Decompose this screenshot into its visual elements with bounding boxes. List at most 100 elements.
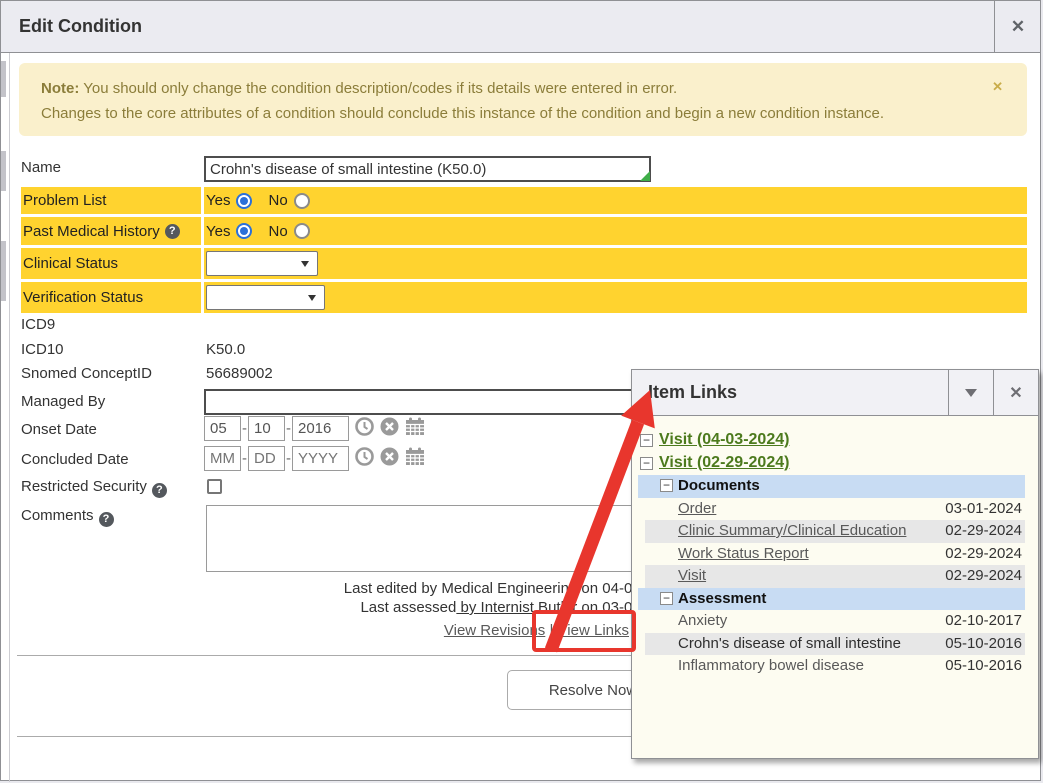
item-date: 02-10-2017 [945,612,1022,629]
item-link[interactable]: Visit [678,567,706,584]
onset-dd-input[interactable] [248,416,285,441]
clock-icon[interactable] [355,447,374,470]
item-link[interactable]: Order [678,500,716,517]
banner-close-icon[interactable]: ✕ [992,79,1003,95]
item-date: 05-10-2016 [945,635,1022,652]
managed-by-label: Managed By [21,393,105,410]
item-label: Anxiety [678,612,727,629]
concluded-yyyy-input[interactable] [292,446,349,471]
panel-left-border [9,53,10,782]
view-revisions-link[interactable]: View Revisions [444,622,545,639]
warning-text: You should only change the condition des… [79,80,677,97]
icd10-label: ICD10 [21,341,64,358]
item-links-popup: Item Links ✕ −Visit (04-03-2024)−Visit (… [631,369,1039,759]
help-icon[interactable]: ? [99,512,114,527]
icd9-label: ICD9 [21,316,55,333]
warning-bold: Note: [41,80,79,97]
date-separator: - [286,450,291,467]
onset-mm-input[interactable] [204,416,241,441]
item-date: 05-10-2016 [945,657,1022,674]
item-links-title: Item Links [648,382,737,403]
calendar-icon[interactable] [405,447,425,470]
yes-label: Yes [206,223,230,240]
past-medical-history-field: Yes No [204,217,1027,245]
dialog-close-icon[interactable]: ✕ [996,1,1040,53]
help-icon[interactable]: ? [152,483,167,498]
comments-label: Comments? [21,507,114,527]
restricted-security-label: Restricted Security? [21,478,167,498]
visit-row: −Visit (02-29-2024) [632,453,1038,476]
yes-label: Yes [206,192,230,209]
no-label: No [268,223,287,240]
problem-list-no-radio[interactable] [294,193,310,209]
restricted-security-checkbox[interactable] [207,479,222,494]
item-label: Inflammatory bowel disease [678,657,864,674]
footer-links: View Revisions | View Links [444,622,629,639]
collapse-minus-icon[interactable]: − [660,479,673,492]
verification-status-field [204,282,1027,313]
pmh-yes-radio[interactable] [236,223,252,239]
managed-by-input[interactable] [204,389,694,415]
help-icon[interactable]: ? [165,224,180,239]
collapse-minus-icon[interactable]: − [660,592,673,605]
past-medical-history-row: Past Medical History ? Yes No [21,217,1027,245]
clock-icon[interactable] [355,417,374,440]
past-medical-history-text: Past Medical History [23,223,160,240]
clear-icon[interactable] [380,417,399,440]
linked-item-row: Work Status Report02-29-2024 [645,543,1025,566]
item-link[interactable]: Work Status Report [678,545,809,562]
linked-item-row: Anxiety 02-10-2017 [645,610,1025,633]
pmh-no-radio[interactable] [294,223,310,239]
visit-link[interactable]: Visit (02-29-2024) [659,454,789,472]
last-assessed-prefix: Last assessed [360,599,456,616]
collapse-popup-button[interactable] [948,370,993,416]
verification-status-row: Verification Status [21,282,1027,313]
warning-line-2: Changes to the core attributes of a cond… [41,105,884,122]
restricted-security-text: Restricted Security [21,478,147,495]
visit-row: −Visit (04-03-2024) [632,430,1038,453]
problem-list-label: Problem List [21,187,201,214]
verification-status-label: Verification Status [21,282,201,313]
concluded-dd-input[interactable] [248,446,285,471]
clinical-status-label: Clinical Status [21,248,201,279]
dialog-titlebar: Edit Condition ✕ [1,1,1040,53]
name-label: Name [21,159,61,176]
section-title: Documents [678,477,760,494]
collapse-minus-icon[interactable]: − [640,457,653,470]
date-separator: - [286,420,291,437]
last-assessed-by-link[interactable]: by Internist Butler [456,599,577,616]
concluded-mm-input[interactable] [204,446,241,471]
linked-item-row: Clinic Summary/Clinical Education 02-29-2… [645,520,1025,543]
background-fragment [1,151,6,191]
clear-icon[interactable] [380,447,399,470]
last-edited-text: Last edited by Medical Engineering on 04… [344,580,679,597]
background-fragment [1,241,6,301]
onset-date-label: Onset Date [21,421,97,438]
problem-list-yes-radio[interactable] [236,193,252,209]
item-link[interactable]: Clinic Summary/Clinical Education [678,522,906,539]
item-date: 02-29-2024 [945,522,1022,539]
clinical-status-select[interactable] [206,251,318,276]
linked-item-row: Inflammatory bowel disease 05-10-2016 [645,655,1025,678]
onset-date-group: -- [204,416,425,441]
popup-close-icon[interactable]: ✕ [993,370,1038,416]
linked-item-row: Order03-01-2024 [645,498,1025,521]
view-links-link[interactable]: View Links [558,622,629,639]
section-header-row: −Documents [638,475,1025,498]
verification-status-select[interactable] [206,285,325,310]
collapse-minus-icon[interactable]: − [640,434,653,447]
onset-yyyy-input[interactable] [292,416,349,441]
name-input[interactable] [204,156,651,182]
links-separator: | [549,622,553,639]
warning-line-1: Note: You should only change the conditi… [41,80,677,97]
visit-link[interactable]: Visit (04-03-2024) [659,431,789,449]
resize-grip-icon[interactable] [640,171,650,181]
section-header-row: −Assessment [638,588,1025,611]
titlebar-divider [994,1,995,53]
linked-item-row: Visit02-29-2024 [645,565,1025,588]
calendar-icon[interactable] [405,417,425,440]
no-label: No [268,192,287,209]
clinical-status-row: Clinical Status [21,248,1027,279]
page-title: Edit Condition [19,16,142,37]
comments-textarea[interactable] [206,505,661,572]
